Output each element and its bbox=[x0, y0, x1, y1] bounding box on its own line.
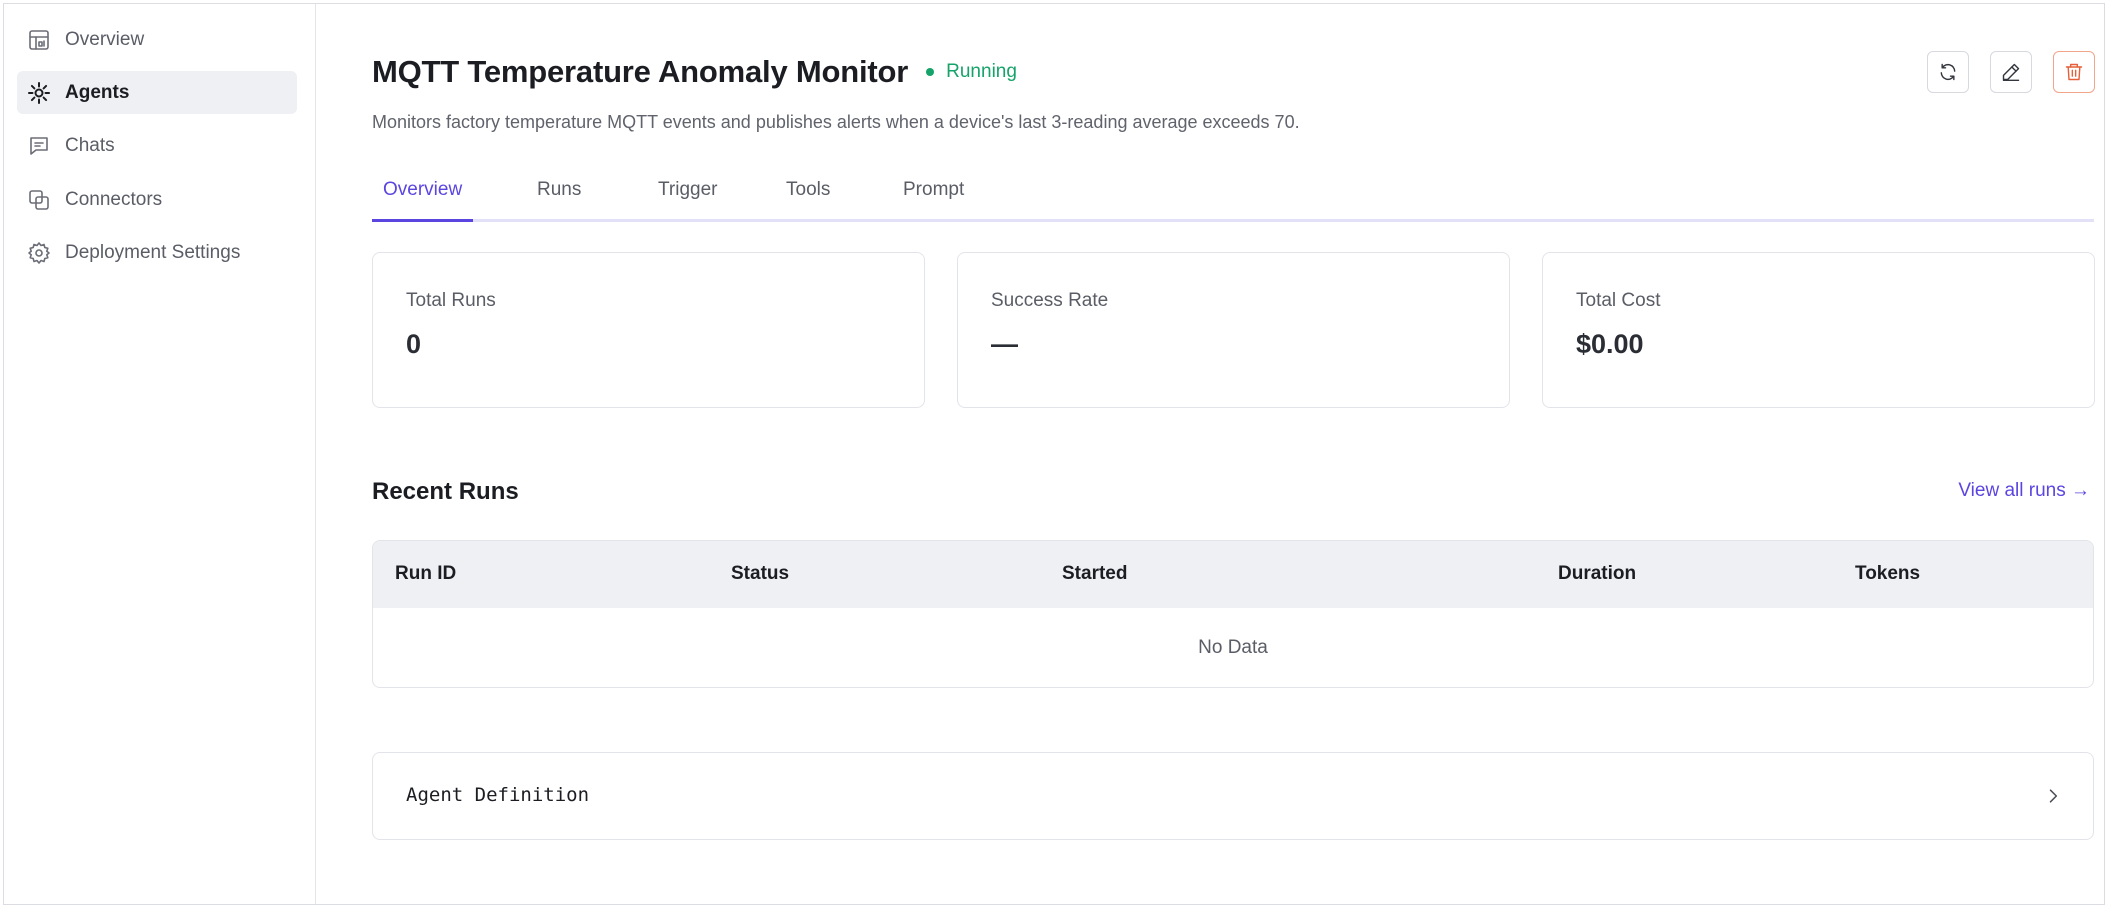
status-badge: Running bbox=[926, 61, 1017, 83]
stat-value: 0 bbox=[406, 329, 422, 359]
trash-icon bbox=[2065, 63, 2083, 81]
chevron-right-icon bbox=[2043, 786, 2063, 806]
title-row: MQTT Temperature Anomaly Monitor Running bbox=[372, 54, 1017, 90]
sidebar-item-label: Agents bbox=[65, 81, 130, 103]
sidebar-item-connectors[interactable]: Connectors bbox=[17, 178, 297, 221]
agent-description: Monitors factory temperature MQTT events… bbox=[372, 112, 1300, 132]
tab-overview[interactable]: Overview bbox=[372, 172, 474, 222]
sidebar-item-label: Chats bbox=[65, 134, 115, 156]
tab-bar: Overview Runs Trigger Tools Prompt bbox=[372, 172, 2094, 222]
edit-button[interactable] bbox=[1990, 51, 2032, 93]
column-header-started[interactable]: Started bbox=[1062, 563, 1127, 585]
tab-trigger[interactable]: Trigger bbox=[647, 172, 728, 222]
sidebar-item-overview[interactable]: Overview bbox=[17, 18, 297, 61]
stat-label: Total Cost bbox=[1576, 290, 1661, 311]
sparkle-icon bbox=[26, 80, 52, 106]
status-dot-icon bbox=[926, 68, 935, 76]
recent-runs-title: Recent Runs bbox=[372, 478, 519, 505]
gear-icon bbox=[26, 240, 52, 266]
refresh-icon bbox=[1940, 63, 1956, 81]
tab-tools[interactable]: Tools bbox=[775, 172, 841, 222]
sidebar-item-label: Connectors bbox=[65, 188, 163, 210]
sidebar-item-agents[interactable]: Agents bbox=[17, 71, 297, 114]
table-header: Run ID Status Started Duration Tokens bbox=[373, 541, 2093, 608]
stat-card-total-cost: Total Cost $0.00 bbox=[1542, 252, 2095, 408]
tab-prompt[interactable]: Prompt bbox=[892, 172, 975, 222]
main-content: MQTT Temperature Anomaly Monitor Running… bbox=[316, 4, 2104, 904]
agent-definition-label: Agent Definition bbox=[406, 784, 590, 806]
tab-runs[interactable]: Runs bbox=[526, 172, 592, 222]
refresh-button[interactable] bbox=[1927, 51, 1969, 93]
sidebar: Overview Agents Chats Connectors Deploym… bbox=[4, 4, 316, 904]
sidebar-item-deployment-settings[interactable]: Deployment Settings bbox=[17, 231, 297, 274]
sidebar-item-label: Deployment Settings bbox=[65, 241, 241, 263]
stat-card-total-runs: Total Runs 0 bbox=[372, 252, 925, 408]
stat-label: Success Rate bbox=[991, 290, 1109, 311]
status-label: Running bbox=[946, 61, 1017, 82]
column-header-run-id[interactable]: Run ID bbox=[395, 563, 456, 585]
column-header-duration[interactable]: Duration bbox=[1558, 563, 1636, 585]
stat-label: Total Runs bbox=[406, 290, 496, 311]
chat-icon bbox=[26, 133, 52, 159]
stat-card-success-rate: Success Rate — bbox=[957, 252, 1510, 408]
recent-runs-table: Run ID Status Started Duration Tokens No… bbox=[372, 540, 2094, 688]
sidebar-item-label: Overview bbox=[65, 28, 145, 50]
table-empty-state: No Data bbox=[1198, 637, 1268, 658]
link-squares-icon bbox=[26, 187, 52, 213]
agent-definition-collapsible[interactable]: Agent Definition bbox=[372, 752, 2094, 840]
pencil-icon bbox=[2002, 63, 2020, 82]
stat-value: $0.00 bbox=[1576, 329, 1644, 359]
column-header-status[interactable]: Status bbox=[731, 563, 789, 585]
app-window: Overview Agents Chats Connectors Deploym… bbox=[3, 3, 2105, 905]
stat-value: — bbox=[991, 329, 1018, 359]
page-title: MQTT Temperature Anomaly Monitor bbox=[372, 54, 909, 89]
delete-button[interactable] bbox=[2053, 51, 2095, 93]
view-all-runs-link[interactable]: View all runs → bbox=[1958, 480, 2090, 502]
dashboard-icon bbox=[26, 27, 52, 53]
column-header-tokens[interactable]: Tokens bbox=[1855, 563, 1920, 585]
sidebar-item-chats[interactable]: Chats bbox=[17, 124, 297, 167]
